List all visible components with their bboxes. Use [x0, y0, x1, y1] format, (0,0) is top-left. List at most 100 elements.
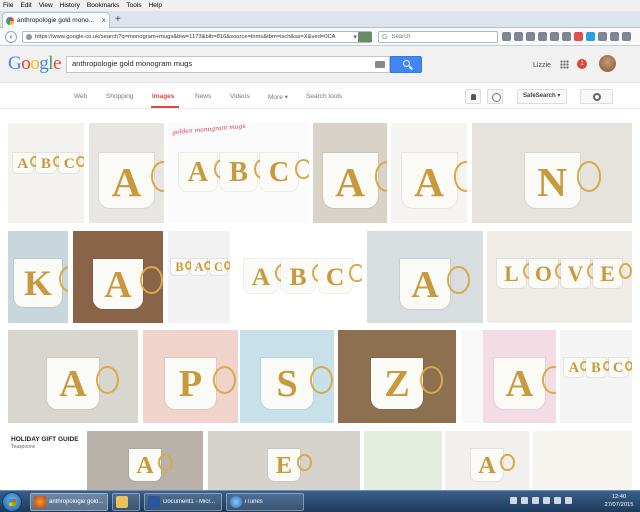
monogram-letter-graphic: O — [535, 261, 552, 286]
image-result-thumbnail[interactable]: A — [483, 330, 556, 423]
browser-search-box[interactable]: G — [378, 31, 498, 43]
image-result-thumbnail[interactable]: K — [8, 231, 68, 323]
browser-tab[interactable]: anthropologie gold mono... × — [2, 12, 110, 28]
image-result-thumbnail[interactable]: Z — [338, 330, 456, 423]
tray-icon[interactable] — [510, 497, 517, 504]
taskbar-itunes[interactable]: iTunes — [226, 493, 304, 511]
tab-videos[interactable]: Videos — [230, 93, 250, 100]
page-thumbnail-icon[interactable] — [358, 32, 372, 42]
mug-handle-graphic — [140, 266, 163, 295]
globe-filter-button[interactable] — [487, 89, 503, 104]
google-logo[interactable]: Google — [8, 53, 61, 75]
url-bar[interactable]: https://www.google.co.uk/search?q=monogr… — [22, 31, 372, 43]
image-result-thumbnail[interactable]: A — [391, 123, 467, 223]
tray-icon[interactable] — [521, 497, 528, 504]
monogram-letter-graphic: B — [229, 156, 248, 188]
image-result-thumbnail[interactable]: E — [208, 431, 360, 490]
tab-web[interactable]: Web — [74, 93, 87, 100]
tab-more[interactable]: More ▾ — [268, 93, 288, 101]
new-tab-button[interactable]: + — [115, 14, 121, 25]
browser-search-input[interactable] — [391, 34, 482, 40]
image-result-thumbnail[interactable]: ABC — [234, 231, 362, 323]
image-result-thumbnail[interactable]: ABC — [560, 330, 632, 423]
taskbar-label: iTunes — [245, 499, 263, 505]
system-clock[interactable]: 12:40 27/07/2015 — [600, 493, 638, 509]
close-tab-icon[interactable]: × — [101, 16, 106, 25]
reading-list-icon[interactable] — [514, 32, 523, 41]
monogram-letter-graphic: N — [537, 158, 567, 205]
menu-icon[interactable] — [622, 32, 631, 41]
dropdown-arrow-icon[interactable]: ▾ — [353, 33, 357, 41]
image-result-thumbnail[interactable] — [364, 431, 442, 490]
extension-icon[interactable] — [562, 32, 571, 41]
tab-shopping[interactable]: Shopping — [106, 93, 133, 100]
pocket-icon[interactable] — [550, 32, 559, 41]
firefox-icon — [34, 496, 46, 508]
flag-icon[interactable] — [565, 497, 572, 504]
search-tabs: Web Shopping Images News Videos More ▾ S… — [0, 84, 640, 109]
user-name[interactable]: Lizzie — [533, 62, 551, 69]
menu-edit[interactable]: Edit — [20, 2, 31, 9]
image-result-thumbnail[interactable]: P — [143, 330, 238, 423]
monogram-letter-graphic: K — [23, 263, 52, 304]
taskbar-word[interactable]: Document1 - Micr... — [144, 493, 222, 511]
search-button[interactable] — [390, 56, 422, 73]
tab-search-tools[interactable]: Search tools — [306, 93, 342, 100]
skype-icon[interactable] — [586, 32, 595, 41]
download-icon[interactable] — [526, 32, 535, 41]
image-result-thumbnail[interactable]: A — [89, 123, 164, 223]
start-button[interactable] — [2, 492, 22, 512]
google-search-input[interactable] — [72, 59, 362, 68]
menu-view[interactable]: View — [39, 2, 53, 9]
monogram-letter-graphic: A — [414, 158, 444, 205]
search-engine-icon[interactable]: G — [382, 34, 387, 41]
image-result-thumbnail[interactable]: A — [313, 123, 387, 223]
taskbar-firefox[interactable]: anthropologie gold... — [30, 493, 108, 511]
image-result-thumbnail[interactable]: S — [240, 330, 334, 423]
image-result-thumbnail[interactable]: LOVE — [487, 231, 632, 323]
apps-grid-icon[interactable] — [560, 60, 569, 69]
image-result-thumbnail[interactable]: BAC — [168, 231, 230, 323]
image-result-thumbnail[interactable] — [533, 431, 632, 490]
tray-icon[interactable] — [532, 497, 539, 504]
addon-icon[interactable] — [574, 32, 583, 41]
addon-icon-3[interactable] — [610, 32, 619, 41]
notification-badge[interactable]: 1 — [577, 59, 587, 69]
monogram-letter-graphic: E — [275, 451, 293, 479]
monogram-letter-graphic: C — [63, 155, 75, 173]
home-icon[interactable] — [538, 32, 547, 41]
network-icon[interactable] — [543, 497, 550, 504]
bookmark-star-icon[interactable] — [502, 32, 511, 41]
settings-button[interactable] — [580, 89, 613, 104]
addon-icon-2[interactable] — [598, 32, 607, 41]
avatar[interactable] — [599, 55, 616, 72]
image-result-thumbnail[interactable]: A — [73, 231, 163, 323]
google-search-box[interactable] — [66, 56, 390, 73]
image-result-thumbnail[interactable] — [461, 330, 483, 423]
menu-bookmarks[interactable]: Bookmarks — [87, 2, 120, 9]
url-text: https://www.google.co.uk/search?q=monogr… — [35, 34, 336, 40]
menu-tools[interactable]: Tools — [126, 2, 141, 9]
menu-help[interactable]: Help — [149, 2, 162, 9]
image-result-thumbnail[interactable]: A — [8, 330, 138, 423]
image-result-thumbnail[interactable]: ABC — [8, 123, 84, 223]
tab-images[interactable]: Images — [152, 93, 174, 100]
image-result-thumbnail[interactable]: N — [472, 123, 632, 223]
menu-file[interactable]: File — [3, 2, 13, 9]
back-button[interactable]: ‹ — [5, 31, 17, 43]
image-result-thumbnail[interactable]: A — [445, 431, 529, 490]
mug-handle-graphic — [576, 161, 602, 192]
menu-history[interactable]: History — [60, 2, 80, 9]
tab-news[interactable]: News — [195, 93, 211, 100]
monogram-letter-graphic: B — [289, 262, 307, 291]
safesearch-button[interactable]: SafeSearch ▾ — [517, 89, 567, 104]
monogram-letter-graphic: A — [411, 263, 439, 306]
image-result-thumbnail[interactable]: ABC — [168, 123, 309, 223]
image-result-thumbnail[interactable]: A — [367, 231, 483, 323]
taskbar-label: Document1 - Micr... — [163, 499, 216, 505]
taskbar-explorer[interactable] — [112, 493, 140, 511]
image-result-thumbnail[interactable]: A — [87, 431, 203, 490]
user-filter-button[interactable] — [465, 89, 481, 104]
camera-icon[interactable] — [375, 61, 385, 68]
volume-icon[interactable] — [554, 497, 561, 504]
